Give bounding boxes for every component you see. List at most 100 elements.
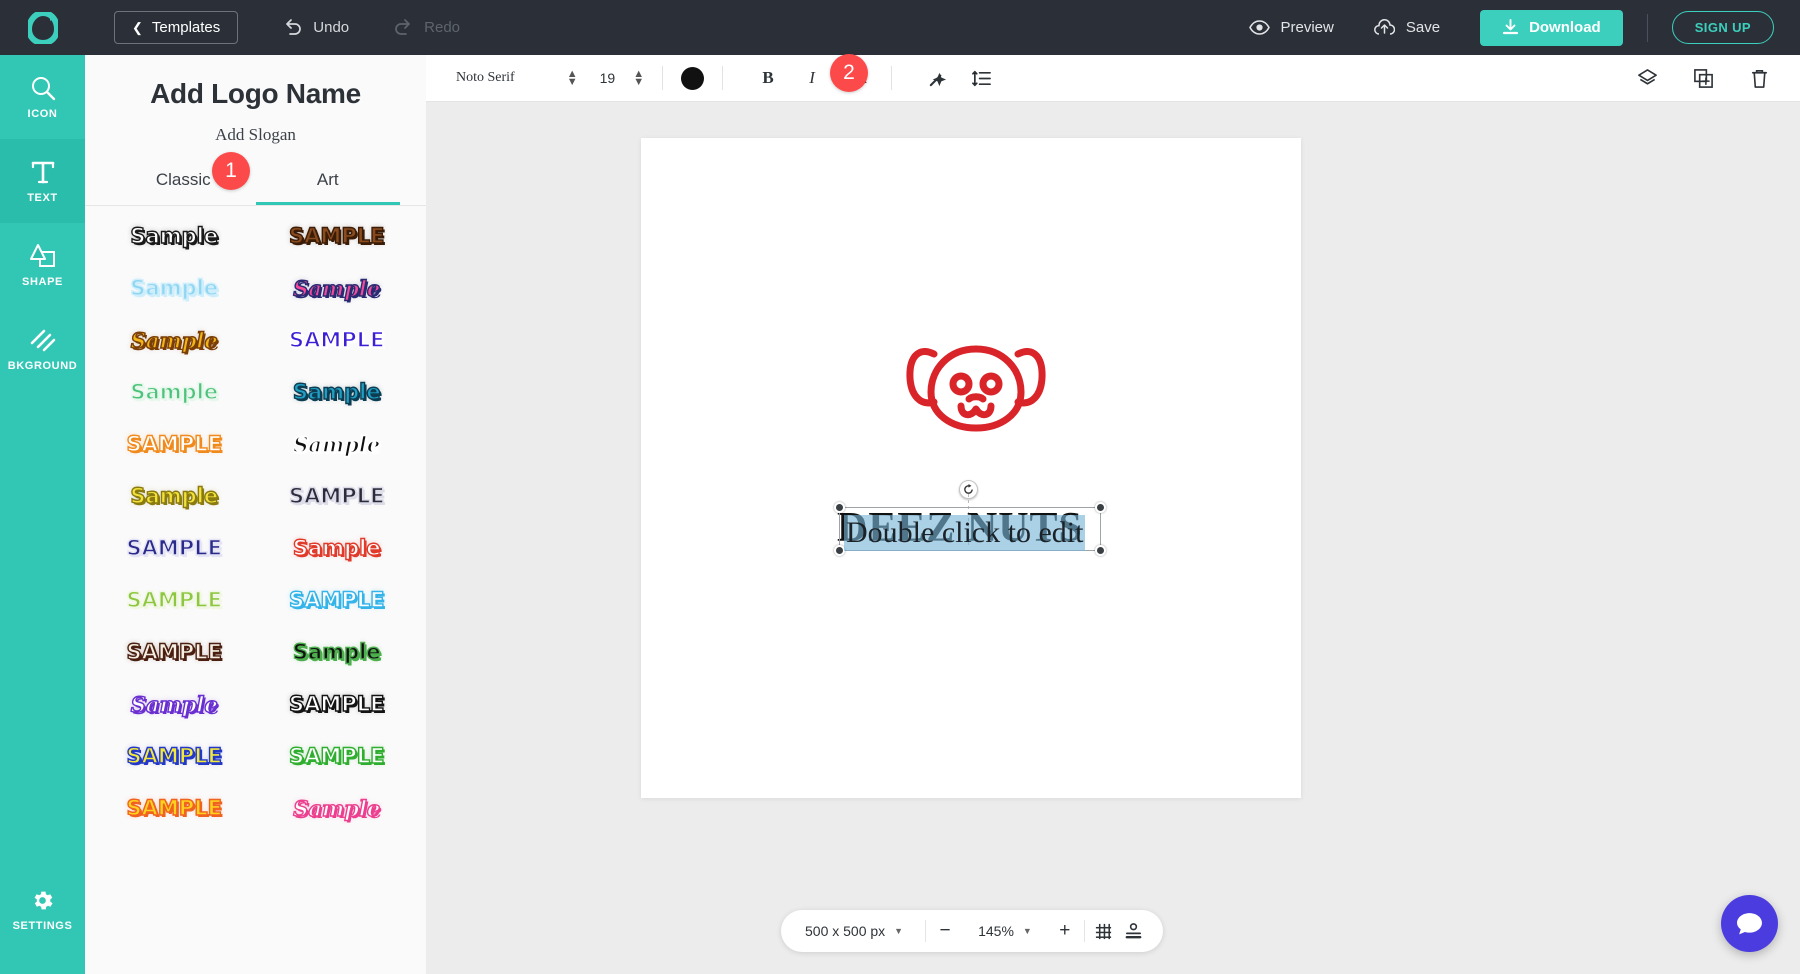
top-bar-actions: Preview Save Download SIGN UP [1249, 10, 1800, 46]
text-style-swatch[interactable]: SAMPLE [256, 210, 419, 262]
text-style-sample: Sample [293, 276, 380, 301]
zoom-level-select[interactable]: 145% ▼ [960, 923, 1050, 939]
chat-bubble-icon[interactable] [1721, 895, 1778, 952]
bold-button[interactable]: B [751, 61, 785, 95]
text-style-swatch[interactable]: Sample [256, 418, 419, 470]
text-style-swatch[interactable]: Sample [93, 470, 256, 522]
sidebar-item-shape[interactable]: SHAPE [0, 223, 85, 307]
toolbar-divider-2 [722, 66, 723, 90]
delete-button[interactable] [1742, 61, 1776, 95]
text-style-swatch[interactable]: Sample [93, 366, 256, 418]
shapes-icon [30, 243, 56, 269]
undo-button[interactable]: Undo [283, 19, 349, 36]
align-baseline-icon [1124, 922, 1143, 941]
redo-icon [394, 19, 413, 36]
text-style-swatch[interactable]: SAMPLE [93, 626, 256, 678]
text-style-swatch[interactable]: Sample [93, 678, 256, 730]
text-style-swatch[interactable]: Sample [256, 262, 419, 314]
cloud-upload-icon [1374, 19, 1395, 37]
trash-icon [1749, 68, 1770, 89]
text-style-swatch[interactable]: SAMPLE [93, 522, 256, 574]
resize-handle-top-right[interactable] [1095, 502, 1106, 513]
line-height-button[interactable] [964, 61, 998, 95]
canvas-size-select[interactable]: 500 x 500 px ▼ [787, 923, 921, 939]
signup-button[interactable]: SIGN UP [1672, 11, 1774, 44]
text-style-sample: Sample [131, 692, 218, 717]
text-style-swatch[interactable]: SAMPLE [256, 730, 419, 782]
resize-handle-top-left[interactable] [834, 502, 845, 513]
align-toggle-button[interactable] [1119, 916, 1149, 946]
redo-button[interactable]: Redo [394, 19, 460, 36]
zoom-in-button[interactable]: + [1050, 916, 1080, 946]
text-layer-editing[interactable]: Double click to edit [844, 515, 1085, 551]
text-color-swatch[interactable] [681, 67, 704, 90]
text-style-grid: SampleSAMPLESampleSampleSampleSAMPLESamp… [85, 206, 426, 834]
sidebar-item-bkground-label: BKGROUND [8, 360, 78, 372]
text-style-swatch[interactable]: Sample [93, 262, 256, 314]
sidebar-item-icon[interactable]: ICON [0, 55, 85, 139]
droplet-logo-icon[interactable] [0, 0, 85, 55]
left-rail: ICON TEXT SHAPE BKGROUND [0, 55, 85, 974]
text-style-sample: Sample [131, 328, 218, 353]
duplicate-button[interactable] [1686, 61, 1720, 95]
save-button[interactable]: Save [1374, 19, 1440, 37]
dog-face-icon[interactable] [901, 336, 1051, 441]
text-style-swatch[interactable]: Sample [256, 522, 419, 574]
text-style-swatch[interactable]: Sample [256, 782, 419, 834]
grid-toggle-button[interactable] [1089, 916, 1119, 946]
text-style-sample: Sample [293, 380, 381, 404]
layers-icon [1637, 68, 1658, 89]
text-style-sample: Sample [293, 536, 381, 560]
layers-button[interactable] [1630, 61, 1664, 95]
font-size-stepper[interactable]: ▲▼ [633, 70, 644, 86]
text-style-swatch[interactable]: SAMPLE [256, 574, 419, 626]
tab-art[interactable]: Art [256, 170, 401, 205]
text-style-swatch[interactable]: SAMPLE [256, 314, 419, 366]
templates-button[interactable]: ❮ Templates [114, 11, 238, 44]
text-style-sample: Sample [293, 796, 380, 821]
text-toolbar: Noto Serif ▲▼ 19 ▲▼ B I AA [426, 55, 1800, 102]
toolbar-divider-3 [891, 66, 892, 90]
font-size-input[interactable]: 19 [600, 70, 616, 86]
app-root: ❮ Templates Undo Redo Preview [0, 0, 1800, 974]
download-button[interactable]: Download [1480, 10, 1623, 46]
grid-icon [1094, 922, 1113, 941]
text-style-sample: SAMPLE [127, 432, 222, 456]
design-canvas[interactable]: DEEZ NUTS Double click to edit [641, 138, 1301, 798]
text-style-swatch[interactable]: Sample [256, 366, 419, 418]
zoom-out-button[interactable]: − [930, 916, 960, 946]
text-style-sample: Sample [130, 484, 218, 508]
download-icon [1502, 19, 1519, 36]
text-style-swatch[interactable]: Sample [256, 626, 419, 678]
sidebar-item-icon-label: ICON [28, 108, 58, 120]
text-style-swatch[interactable]: Sample [93, 210, 256, 262]
resize-handle-bottom-right[interactable] [1095, 545, 1106, 556]
sidebar-item-text[interactable]: TEXT [0, 139, 85, 223]
text-style-swatch[interactable]: SAMPLE [93, 730, 256, 782]
text-style-swatch[interactable]: SAMPLE [93, 782, 256, 834]
text-style-swatch[interactable]: SAMPLE [256, 678, 419, 730]
text-style-swatch[interactable]: SAMPLE [256, 470, 419, 522]
effects-button[interactable] [920, 61, 954, 95]
panel-tabs: Classic Art [85, 170, 426, 206]
preview-button[interactable]: Preview [1249, 19, 1334, 36]
text-style-sample: Sample [130, 224, 218, 248]
panel-subtitle: Add Slogan [85, 125, 426, 145]
font-family-select[interactable]: Noto Serif [456, 70, 515, 86]
diagonal-stripes-icon [30, 327, 56, 353]
sidebar-item-bkground[interactable]: BKGROUND [0, 307, 85, 391]
bottom-bar: 500 x 500 px ▼ − 145% ▼ + [781, 910, 1163, 952]
canvas-stage: Noto Serif ▲▼ 19 ▲▼ B I AA [426, 55, 1800, 974]
redo-label: Redo [424, 19, 460, 36]
chevron-left-icon: ❮ [132, 21, 143, 34]
panel-title: Add Logo Name [85, 78, 426, 110]
zoom-level-label: 145% [978, 923, 1014, 939]
text-style-sample: SAMPLE [289, 484, 384, 508]
text-style-swatch[interactable]: Sample [93, 314, 256, 366]
text-style-swatch[interactable]: SAMPLE [93, 418, 256, 470]
sidebar-item-settings[interactable]: SETTINGS [0, 868, 85, 952]
font-family-stepper[interactable]: ▲▼ [567, 70, 578, 86]
text-style-swatch[interactable]: SAMPLE [93, 574, 256, 626]
magic-wand-icon [928, 69, 947, 88]
italic-button[interactable]: I [795, 61, 829, 95]
